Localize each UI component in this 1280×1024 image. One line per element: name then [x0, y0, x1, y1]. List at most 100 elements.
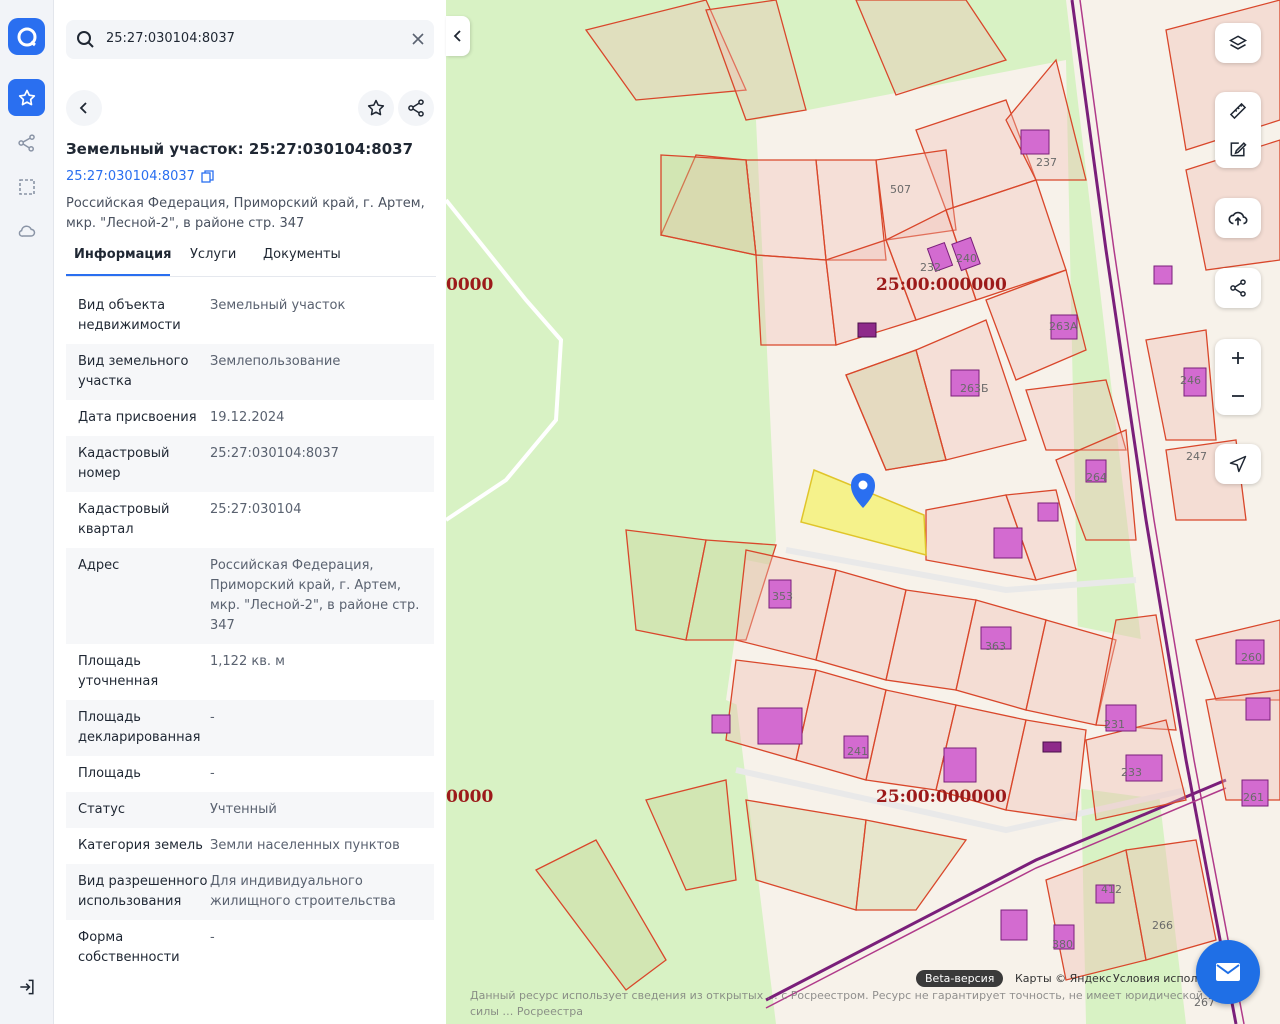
- ruler-icon[interactable]: [1228, 101, 1248, 121]
- info-value: 19.12.2024: [210, 410, 285, 425]
- lot-label: 412: [1101, 883, 1122, 896]
- collapse-panel-button[interactable]: [446, 16, 470, 56]
- disclaimer-text: Данный ресурс использует сведения из отк…: [470, 989, 1204, 1018]
- map-attribution[interactable]: Карты © Яндекс: [1015, 972, 1112, 985]
- tab-documents[interactable]: Документы: [263, 247, 341, 262]
- info-key: Статус: [78, 802, 126, 817]
- search-input[interactable]: 25:27:030104:8037: [106, 31, 235, 46]
- info-value: Учтенный: [210, 802, 277, 817]
- tools-group: [1215, 92, 1261, 168]
- tab-bar: Информация Услуги Документы: [66, 244, 436, 277]
- lot-label: 353: [772, 590, 793, 603]
- info-key: Дата присвоения: [78, 410, 197, 425]
- left-rail: [0, 0, 54, 1024]
- cloud-upload-icon: [1228, 211, 1248, 226]
- clear-search-icon[interactable]: [410, 31, 426, 51]
- info-row: Площадь уточненная 1,122 кв. м: [66, 644, 434, 700]
- add-favorite-button[interactable]: [358, 90, 394, 126]
- info-row: Вид разрешенного использования Для индиви…: [66, 864, 434, 920]
- object-panel: 25:27:030104:8037 Земельный участок: 25:…: [54, 0, 446, 1024]
- route-nodes-icon[interactable]: [8, 124, 45, 161]
- navigation-arrow-icon: [1229, 455, 1247, 473]
- beta-badge: Beta-версия: [916, 970, 1004, 987]
- info-value: -: [210, 930, 215, 945]
- info-row: Категория земель Земли населенных пунктов: [66, 828, 434, 864]
- share-icon: [1230, 279, 1246, 297]
- info-row: Вид земельного участка Землепользование: [66, 344, 434, 400]
- info-key: Категория земель: [78, 838, 203, 853]
- info-key: Площадь декларированная: [78, 710, 201, 745]
- info-row: Кадастровый квартал 25:27:030104: [66, 492, 434, 548]
- copy-icon[interactable]: [201, 170, 214, 183]
- cadastral-map[interactable]: 25:00:000000 25:00:000000 0000 0000 507 …: [446, 0, 1280, 1024]
- info-value: -: [210, 710, 215, 725]
- zoom-in-icon[interactable]: [1229, 349, 1247, 367]
- info-value: Российская Федерация, Приморский край, г…: [210, 558, 420, 633]
- info-key: Кадастровый номер: [78, 446, 170, 481]
- info-value: Землепользование: [210, 354, 341, 369]
- lot-label: 380: [1052, 938, 1073, 951]
- tab-info[interactable]: Информация: [74, 247, 172, 262]
- info-value: -: [210, 766, 215, 781]
- quarter-label: 25:00:000000: [876, 787, 1007, 807]
- lot-label: 264: [1086, 471, 1107, 484]
- quarter-label: 25:00:000000: [876, 275, 1007, 295]
- layers-button[interactable]: [1215, 23, 1261, 63]
- info-key: Вид земельного участка: [78, 354, 189, 389]
- info-key: Адрес: [78, 558, 120, 573]
- upload-button[interactable]: [1215, 198, 1261, 238]
- lot-label: 232: [920, 261, 941, 274]
- info-value: 1,122 кв. м: [210, 654, 285, 669]
- lot-label: 247: [1186, 450, 1207, 463]
- info-key: Площадь уточненная: [78, 654, 159, 689]
- tab-services[interactable]: Услуги: [190, 247, 236, 262]
- object-address: Российская Федерация, Приморский край, г…: [66, 196, 425, 231]
- info-value: 25:27:030104:8037: [210, 446, 339, 461]
- map-footer: Beta-версия Карты © Яндекс Условия испол…: [470, 970, 1280, 1024]
- favorites-star-icon[interactable]: [8, 79, 45, 116]
- lot-label: 263Б: [960, 382, 989, 395]
- map-share-button[interactable]: [1215, 268, 1261, 308]
- map-canvas[interactable]: 25:00:000000 25:00:000000 0000 0000 507 …: [446, 0, 1280, 1024]
- lot-label: 263А: [1049, 320, 1078, 333]
- info-key: Форма собственности: [78, 930, 180, 965]
- geolocation-button[interactable]: [1215, 444, 1261, 484]
- lot-label: 246: [1180, 374, 1201, 387]
- info-row: Площадь -: [66, 756, 434, 792]
- terms-link[interactable]: Условия испол: [1113, 972, 1197, 985]
- cadastral-link[interactable]: 25:27:030104:8037: [66, 169, 214, 184]
- lot-label: 363: [985, 640, 1006, 653]
- share-icon: [408, 99, 424, 117]
- info-row: Статус Учтенный: [66, 792, 434, 828]
- back-button[interactable]: [66, 90, 102, 126]
- chevron-left-icon: [79, 102, 87, 114]
- lot-label: 507: [890, 183, 911, 196]
- lot-label: 260: [1241, 651, 1262, 664]
- quarter-label: 0000: [446, 275, 493, 295]
- layers-icon: [1228, 35, 1248, 50]
- app-logo-icon[interactable]: [8, 18, 45, 55]
- zoom-out-icon[interactable]: [1229, 387, 1247, 405]
- info-row: Адрес Российская Федерация, Приморский кр…: [66, 548, 434, 644]
- info-row: Кадастровый номер 25:27:030104:8037: [66, 436, 434, 492]
- contact-mail-button[interactable]: [1196, 940, 1260, 1004]
- info-table: Вид объекта недвижимости Земельный участо…: [66, 288, 434, 976]
- lot-label: 261: [1243, 791, 1264, 804]
- select-area-icon[interactable]: [8, 168, 45, 205]
- zoom-group: [1215, 339, 1261, 415]
- search-box[interactable]: 25:27:030104:8037: [66, 20, 434, 59]
- info-value: Земельный участок: [210, 298, 346, 313]
- info-key: Площадь: [78, 766, 141, 781]
- lot-label: 240: [956, 252, 977, 265]
- info-value: Для индивидуального жилищного строительс…: [210, 874, 396, 909]
- cadastral-link-text[interactable]: 25:27:030104:8037: [66, 169, 195, 184]
- info-key: Кадастровый квартал: [78, 502, 170, 537]
- edit-icon[interactable]: [1228, 139, 1248, 159]
- share-button[interactable]: [398, 90, 434, 126]
- info-key: Вид объекта недвижимости: [78, 298, 181, 333]
- lot-label: 237: [1036, 156, 1057, 169]
- chevron-left-icon: [453, 30, 461, 42]
- logout-icon[interactable]: [8, 968, 45, 1005]
- cloud-icon[interactable]: [8, 212, 45, 249]
- info-row: Форма собственности -: [66, 920, 434, 976]
